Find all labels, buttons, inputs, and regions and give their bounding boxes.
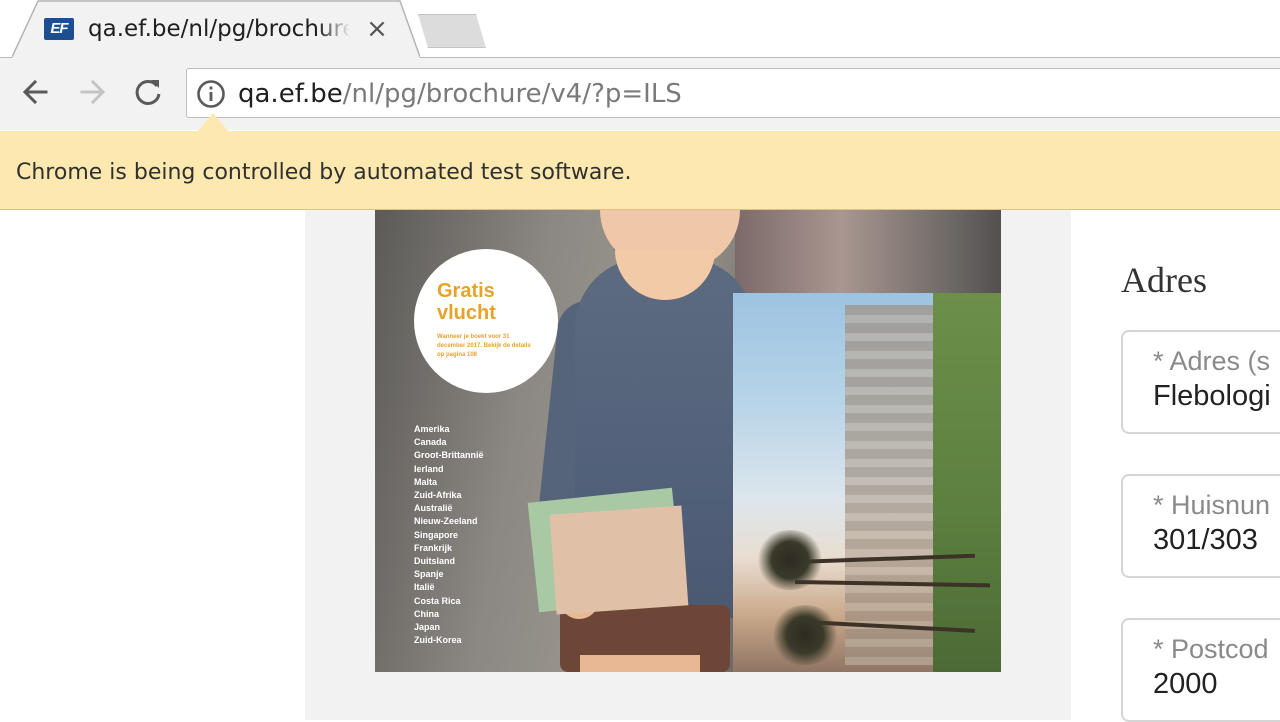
palm-leaves: [770, 605, 840, 665]
country-item: Spanje: [414, 569, 444, 580]
palm-leaves: [755, 530, 825, 590]
info-icon[interactable]: [196, 79, 226, 109]
url-path: /nl/pg/brochure/v4/?p=ILS: [342, 79, 682, 109]
brochure-cover-image[interactable]: Gratis vlucht Wanneer je boekt voor 31 d…: [375, 210, 1001, 672]
url-text[interactable]: qa.ef.be/nl/pg/brochure/v4/?p=ILS: [238, 76, 682, 112]
city-skyline: [845, 305, 935, 665]
infobar-pointer: [198, 113, 228, 131]
reload-icon[interactable]: [130, 74, 166, 110]
house-number-field-value[interactable]: 301/303: [1153, 522, 1258, 558]
forward-arrow-icon[interactable]: [74, 74, 110, 110]
tab-close-icon[interactable]: ×: [364, 16, 390, 42]
street-field-label: * Adres (s: [1153, 346, 1271, 376]
postcode-field-value[interactable]: 2000: [1153, 666, 1218, 702]
country-item: Japan: [414, 622, 441, 633]
country-item: Zuid-Korea: [414, 635, 462, 646]
country-item: Canada: [414, 437, 447, 448]
background-people: [735, 210, 1001, 293]
country-item: Australië: [414, 503, 453, 514]
badge-text: Wanneer je boekt voor 31 december 2017. …: [437, 334, 531, 358]
house-number-field-label: * Huisnun: [1153, 490, 1271, 520]
country-item: Italië: [414, 582, 435, 593]
infobar-message: Chrome is being controlled by automated …: [16, 160, 632, 185]
country-item: Amerika: [414, 424, 450, 434]
url-host: qa.ef.be: [238, 79, 343, 109]
ef-favicon-icon: EF: [44, 18, 74, 40]
address-heading: Adres: [1121, 260, 1207, 300]
country-item: Nieuw-Zeeland: [414, 516, 478, 527]
postcode-field-label: * Postcod: [1153, 634, 1269, 664]
country-item: Ierland: [414, 463, 444, 474]
street-field-value[interactable]: Flebologi: [1153, 378, 1271, 414]
badge-title: Gratis vlucht: [437, 280, 496, 324]
country-item: Costa Rica: [414, 595, 461, 606]
country-list: Amerika Canada Groot-Brittannië Ierland …: [414, 423, 524, 647]
tan-folder: [549, 505, 689, 615]
country-item: Zuid-Afrika: [414, 490, 462, 501]
model-legs: [580, 655, 700, 672]
new-tab-button[interactable]: [418, 14, 486, 48]
grass-lawn: [933, 293, 1001, 672]
tab-title: qa.ef.be/nl/pg/brochure/: [88, 16, 350, 42]
country-item: Singapore: [414, 529, 459, 540]
country-item: Groot-Brittannië: [414, 450, 484, 461]
country-item: Malta: [414, 476, 438, 487]
back-arrow-icon[interactable]: [18, 74, 54, 110]
country-item: Frankrijk: [414, 542, 453, 553]
country-item: China: [414, 608, 440, 619]
country-item: Duitsland: [414, 556, 456, 567]
